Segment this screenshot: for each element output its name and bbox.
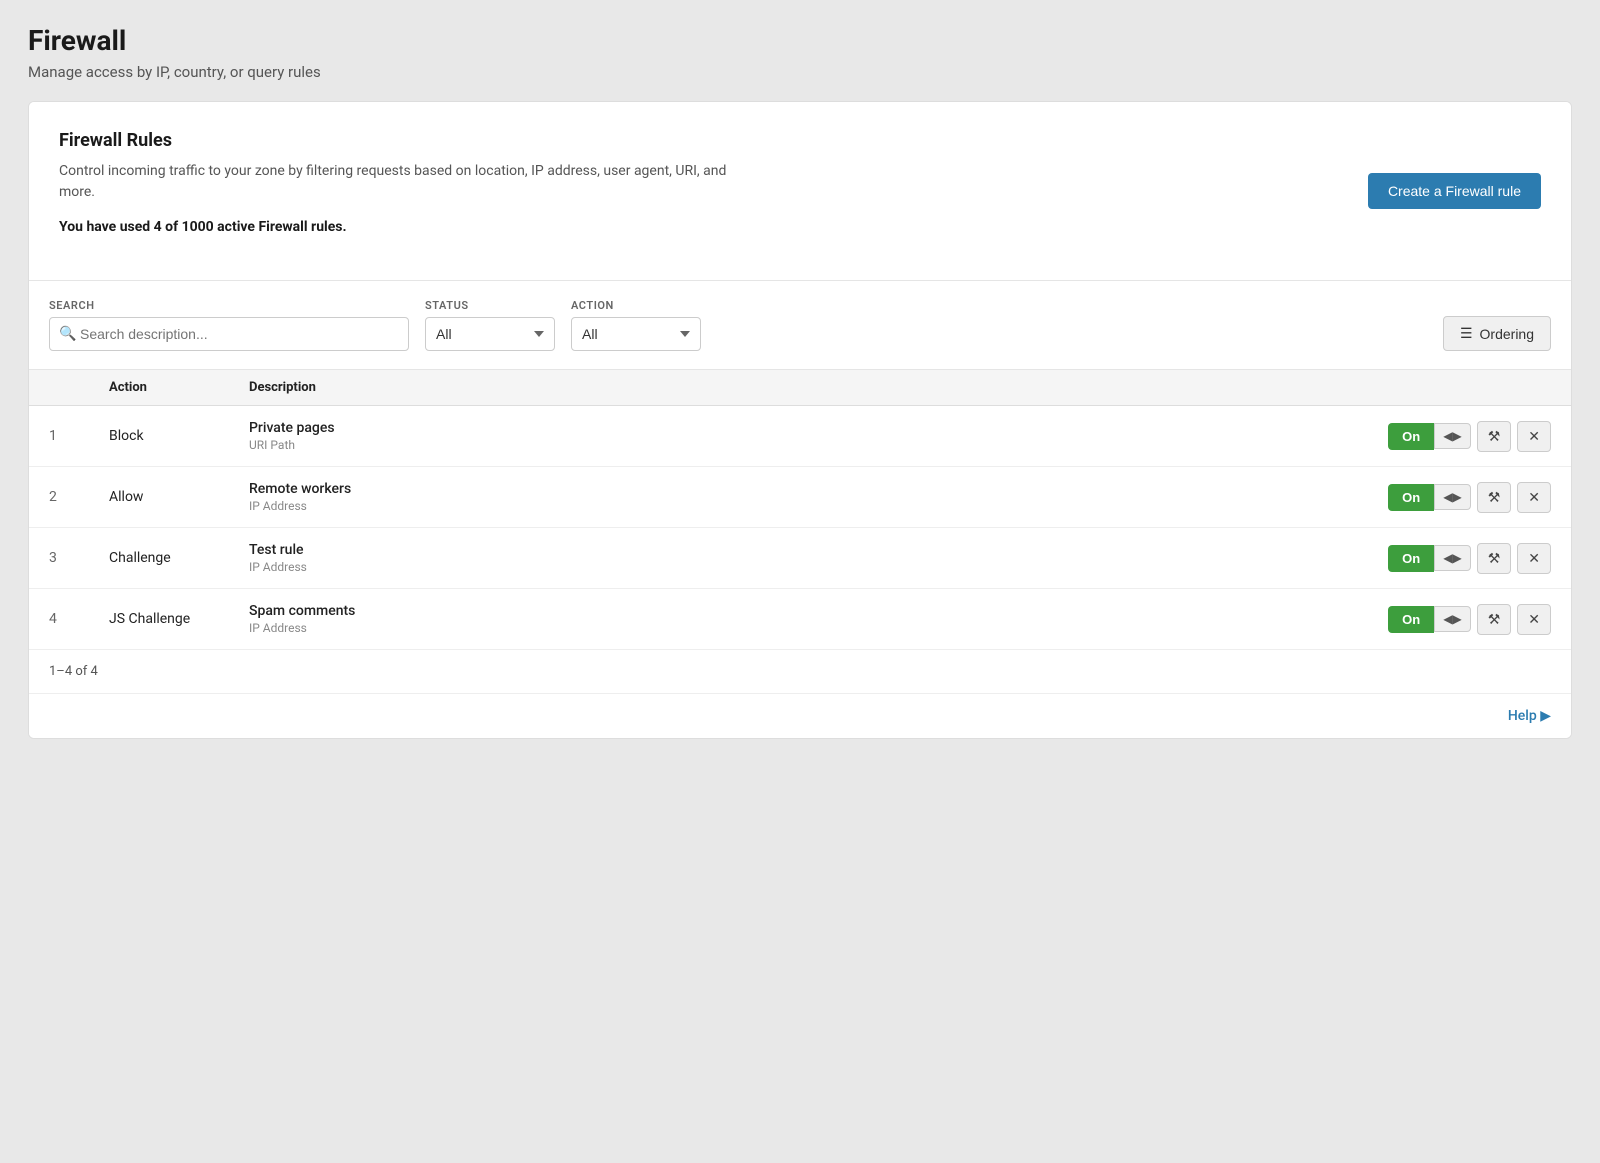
row-num-3: 3	[49, 550, 109, 566]
toggle-group-1: On ◀▶	[1388, 423, 1471, 450]
row-controls-4: On ◀▶ ⚒ ✕	[1331, 604, 1551, 635]
toggle-arrow-button-1[interactable]: ◀▶	[1434, 423, 1470, 449]
toggle-group-3: On ◀▶	[1388, 545, 1471, 572]
firewall-rules-description: Control incoming traffic to your zone by…	[59, 161, 759, 203]
delete-button-1[interactable]: ✕	[1517, 421, 1551, 452]
row-controls-3: On ◀▶ ⚒ ✕	[1331, 543, 1551, 574]
search-label: SEARCH	[49, 299, 409, 312]
row-num-1: 1	[49, 428, 109, 444]
row-desc-sub-1: URI Path	[249, 438, 1331, 452]
table-row: 2 Allow Remote workers IP Address On ◀▶ …	[29, 467, 1571, 528]
action-label: ACTION	[571, 299, 701, 312]
status-select[interactable]: All On Off	[425, 317, 555, 351]
footer-bar: Help ▶	[29, 694, 1571, 738]
toggle-on-button-2[interactable]: On	[1388, 484, 1434, 511]
row-desc-2: Remote workers IP Address	[249, 481, 1331, 513]
settings-button-2[interactable]: ⚒	[1477, 482, 1512, 513]
delete-button-2[interactable]: ✕	[1517, 482, 1551, 513]
rules-table: Action Description 1 Block Private pages…	[29, 370, 1571, 650]
row-desc-sub-2: IP Address	[249, 499, 1331, 513]
row-desc-main-3: Test rule	[249, 542, 1331, 558]
row-desc-sub-4: IP Address	[249, 621, 1331, 635]
col-header-description: Description	[249, 380, 1331, 395]
pagination-bar: 1–4 of 4	[29, 650, 1571, 694]
row-action-1: Block	[109, 428, 249, 444]
toggle-on-button-1[interactable]: On	[1388, 423, 1434, 450]
toggle-arrow-button-4[interactable]: ◀▶	[1434, 606, 1470, 632]
row-desc-4: Spam comments IP Address	[249, 603, 1331, 635]
page-title: Firewall	[28, 24, 1572, 57]
table-row: 3 Challenge Test rule IP Address On ◀▶ ⚒…	[29, 528, 1571, 589]
toggle-group-2: On ◀▶	[1388, 484, 1471, 511]
page-subtitle: Manage access by IP, country, or query r…	[28, 63, 1572, 81]
main-card: Firewall Rules Control incoming traffic …	[28, 101, 1572, 739]
table-row: 4 JS Challenge Spam comments IP Address …	[29, 589, 1571, 650]
toggle-group-4: On ◀▶	[1388, 606, 1471, 633]
settings-button-3[interactable]: ⚒	[1477, 543, 1512, 574]
row-desc-1: Private pages URI Path	[249, 420, 1331, 452]
card-header: Firewall Rules Control incoming traffic …	[29, 102, 1571, 281]
action-filter-group: ACTION All Block Allow Challenge JS Chal…	[571, 299, 701, 351]
table-row: 1 Block Private pages URI Path On ◀▶ ⚒ ✕	[29, 406, 1571, 467]
firewall-rules-title: Firewall Rules	[59, 130, 759, 151]
row-num-2: 2	[49, 489, 109, 505]
row-action-2: Allow	[109, 489, 249, 505]
search-icon: 🔍	[59, 326, 76, 342]
row-desc-main-4: Spam comments	[249, 603, 1331, 619]
pagination-text: 1–4 of 4	[49, 664, 98, 679]
table-header: Action Description	[29, 370, 1571, 406]
settings-button-1[interactable]: ⚒	[1477, 421, 1512, 452]
settings-button-4[interactable]: ⚒	[1477, 604, 1512, 635]
ordering-button[interactable]: ☰ Ordering	[1443, 316, 1551, 351]
search-input[interactable]	[49, 317, 409, 351]
row-num-4: 4	[49, 611, 109, 627]
row-desc-sub-3: IP Address	[249, 560, 1331, 574]
toggle-arrow-button-3[interactable]: ◀▶	[1434, 545, 1470, 571]
row-controls-2: On ◀▶ ⚒ ✕	[1331, 482, 1551, 513]
usage-note: You have used 4 of 1000 active Firewall …	[59, 217, 759, 238]
ordering-label: Ordering	[1480, 326, 1534, 342]
filters-row: SEARCH 🔍 STATUS All On Off ACTION All Bl…	[29, 281, 1571, 370]
row-action-3: Challenge	[109, 550, 249, 566]
row-controls-1: On ◀▶ ⚒ ✕	[1331, 421, 1551, 452]
delete-button-4[interactable]: ✕	[1517, 604, 1551, 635]
search-filter-group: SEARCH 🔍	[49, 299, 409, 351]
toggle-arrow-button-2[interactable]: ◀▶	[1434, 484, 1470, 510]
col-header-action: Action	[109, 380, 249, 395]
create-firewall-rule-button[interactable]: Create a Firewall rule	[1368, 173, 1541, 209]
action-select[interactable]: All Block Allow Challenge JS Challenge	[571, 317, 701, 351]
row-action-4: JS Challenge	[109, 611, 249, 627]
delete-button-3[interactable]: ✕	[1517, 543, 1551, 574]
card-header-left: Firewall Rules Control incoming traffic …	[59, 130, 759, 252]
search-wrapper: 🔍	[49, 317, 409, 351]
row-desc-main-1: Private pages	[249, 420, 1331, 436]
toggle-on-button-3[interactable]: On	[1388, 545, 1434, 572]
toggle-on-button-4[interactable]: On	[1388, 606, 1434, 633]
status-label: STATUS	[425, 299, 555, 312]
col-header-controls	[1331, 380, 1551, 395]
row-desc-main-2: Remote workers	[249, 481, 1331, 497]
row-desc-3: Test rule IP Address	[249, 542, 1331, 574]
ordering-icon: ☰	[1460, 325, 1473, 342]
col-header-num	[49, 380, 109, 395]
help-link[interactable]: Help ▶	[1508, 708, 1551, 724]
status-filter-group: STATUS All On Off	[425, 299, 555, 351]
